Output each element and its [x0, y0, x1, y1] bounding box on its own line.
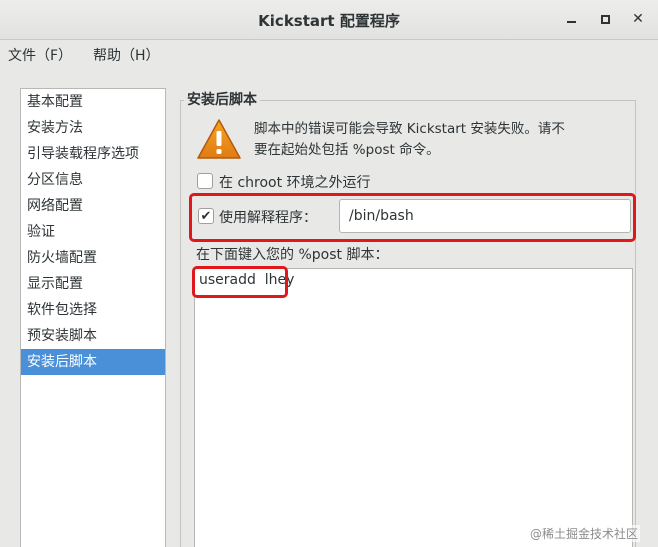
script-textarea[interactable]: useradd lhey — [194, 268, 633, 547]
warning-line-1: 脚本中的错误可能会导致 Kickstart 安装失败。请不 — [254, 121, 565, 137]
highlight-interpreter — [189, 193, 636, 242]
sidebar-item-packages[interactable]: 软件包选择 — [21, 297, 165, 323]
menu-file[interactable]: 文件（F） — [8, 45, 72, 65]
sidebar-item-bootloader[interactable]: 引导装载程序选项 — [21, 141, 165, 167]
sidebar-item-display[interactable]: 显示配置 — [21, 271, 165, 297]
warning-message: 脚本中的错误可能会导致 Kickstart 安装失败。请不 要在起始处包括 %p… — [254, 119, 614, 161]
menu-help[interactable]: 帮助（H） — [93, 45, 160, 65]
close-icon[interactable]: ✕ — [627, 8, 649, 30]
warning-line-2: 要在起始处包括 %post 命令。 — [254, 142, 440, 158]
maximize-icon[interactable] — [594, 8, 616, 30]
sidebar-item-install-method[interactable]: 安装方法 — [21, 115, 165, 141]
watermark: @稀土掘金技术社区 — [528, 525, 641, 542]
menu-bar: 文件（F） 帮助（H） — [0, 40, 658, 68]
minimize-icon[interactable] — [560, 8, 582, 30]
sidebar-item-partition[interactable]: 分区信息 — [21, 167, 165, 193]
highlight-script — [192, 266, 288, 298]
section-title: 安装后脚本 — [184, 89, 260, 109]
sidebar-item-network[interactable]: 网络配置 — [21, 193, 165, 219]
sidebar-item-post-script[interactable]: 安装后脚本 — [21, 349, 165, 375]
kickstart-window: Kickstart 配置程序 ✕ 文件（F） 帮助（H） 基本配置 安装方法 引… — [0, 0, 658, 547]
warning-triangle-icon — [197, 119, 241, 159]
sidebar-item-firewall[interactable]: 防火墙配置 — [21, 245, 165, 271]
sidebar-item-auth[interactable]: 验证 — [21, 219, 165, 245]
title-bar: Kickstart 配置程序 ✕ — [0, 0, 658, 40]
sidebar-item-basic-config[interactable]: 基本配置 — [21, 89, 165, 115]
chroot-checkbox[interactable] — [197, 173, 213, 189]
script-label: 在下面键入您的 %post 脚本： — [196, 247, 389, 263]
chroot-label: 在 chroot 环境之外运行 — [219, 175, 371, 191]
sidebar-item-pre-script[interactable]: 预安装脚本 — [21, 323, 165, 349]
sidebar: 基本配置 安装方法 引导装载程序选项 分区信息 网络配置 验证 防火墙配置 显示… — [20, 88, 166, 547]
